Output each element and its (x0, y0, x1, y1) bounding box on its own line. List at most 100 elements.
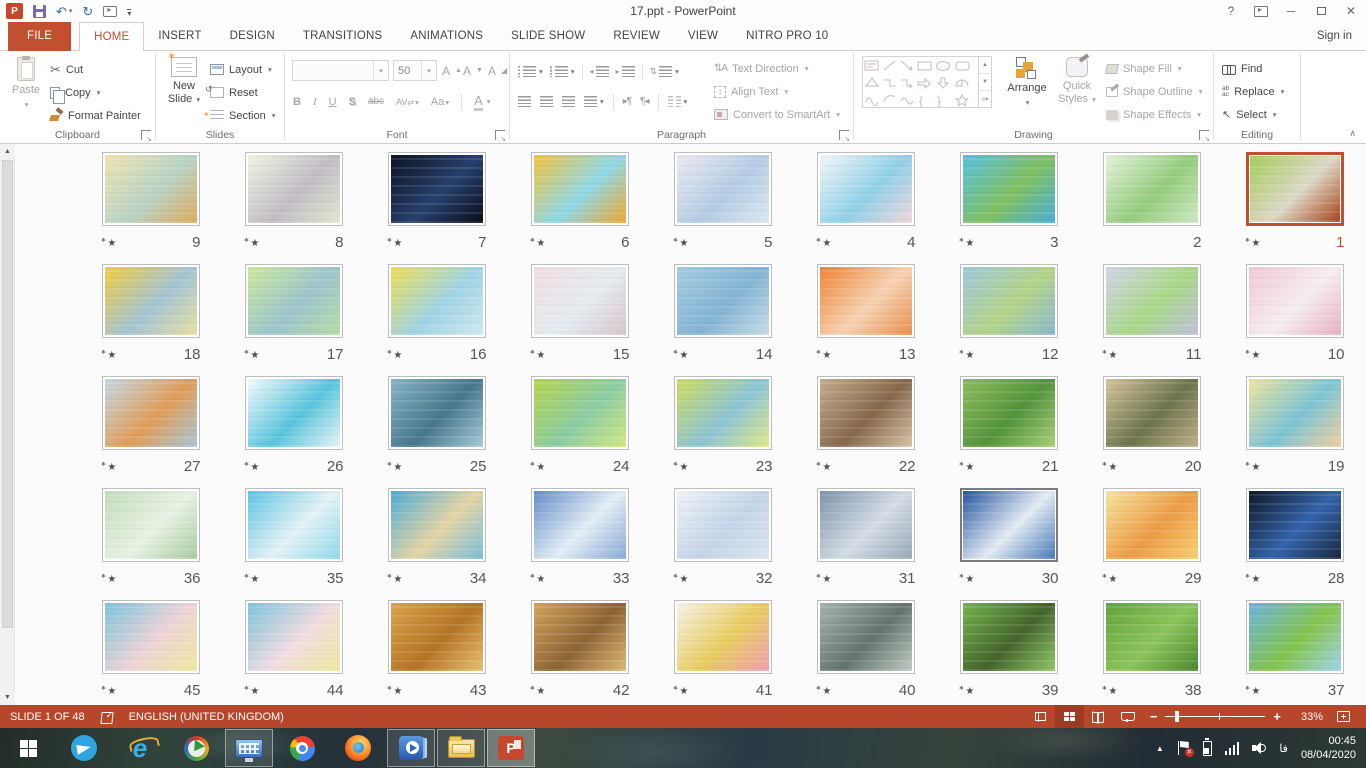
slide-thumbnail-33[interactable] (531, 488, 629, 562)
gallery-scroll-down-icon[interactable]: ▼ (979, 74, 991, 91)
slide-thumbnail-35[interactable] (245, 488, 343, 562)
slide-thumbnail-32[interactable] (674, 488, 772, 562)
gallery-more-icon[interactable]: ≡▾ (979, 91, 991, 107)
slide-thumbnail-41[interactable] (674, 600, 772, 674)
slide-thumbnail-6[interactable] (531, 152, 629, 226)
underline-button[interactable]: U (329, 96, 337, 108)
animation-star-icon[interactable]: ★ (673, 236, 689, 249)
slide-thumbnail-9[interactable] (102, 152, 200, 226)
align-right-button[interactable] (562, 96, 575, 107)
change-case-button[interactable]: Aa▾ (431, 96, 449, 108)
animation-star-icon[interactable]: ★ (101, 348, 117, 361)
taskbar-file-explorer[interactable] (437, 729, 485, 767)
animation-star-icon[interactable]: ★ (387, 460, 403, 473)
slide-thumbnail-5[interactable] (674, 152, 772, 226)
slide-thumbnail-30[interactable] (960, 488, 1058, 562)
slide-thumbnail-23[interactable] (674, 376, 772, 450)
taskbar-firefox[interactable] (330, 728, 386, 768)
slide-thumbnail-40[interactable] (817, 600, 915, 674)
animation-star-icon[interactable]: ★ (101, 236, 117, 249)
font-color-button[interactable]: A (474, 93, 483, 111)
slide-thumbnail-22[interactable] (817, 376, 915, 450)
animation-star-icon[interactable]: ★ (244, 572, 260, 585)
slide-thumbnail-26[interactable] (245, 376, 343, 450)
animation-star-icon[interactable]: ★ (244, 348, 260, 361)
animation-star-icon[interactable]: ★ (673, 460, 689, 473)
find-button[interactable]: Find (1222, 58, 1262, 79)
animation-star-icon[interactable]: ★ (244, 460, 260, 473)
section-button[interactable]: Section▾ (210, 105, 275, 126)
slide-thumbnail-15[interactable] (531, 264, 629, 338)
reading-view-button[interactable] (1084, 705, 1113, 728)
taskbar-internet-explorer[interactable]: e (112, 728, 168, 768)
slide-thumbnail-31[interactable] (817, 488, 915, 562)
layout-button[interactable]: Layout▾ (210, 59, 272, 80)
taskbar-onscreen-keyboard[interactable] (225, 729, 273, 767)
zoom-in-button[interactable]: + (1273, 709, 1281, 724)
taskbar-chrome[interactable] (274, 728, 330, 768)
align-center-button[interactable] (540, 96, 553, 107)
slide-thumbnail-2[interactable] (1103, 152, 1201, 226)
collapse-ribbon-button[interactable]: ∧ (1349, 128, 1356, 139)
slide-thumbnail-20[interactable] (1103, 376, 1201, 450)
zoom-percentage[interactable]: 33% (1289, 711, 1323, 723)
fit-to-window-button[interactable] (1329, 705, 1358, 728)
numbering-button[interactable]: ▾ (550, 66, 575, 77)
slide-thumbnail-11[interactable] (1103, 264, 1201, 338)
animation-star-icon[interactable]: ★ (673, 348, 689, 361)
animation-star-icon[interactable]: ★ (101, 460, 117, 473)
rtl-text-button[interactable]: ¶◂ (640, 96, 648, 107)
font-dialog-launcher[interactable] (495, 130, 505, 140)
taskbar-download-manager[interactable] (168, 728, 224, 768)
replace-button[interactable]: abacReplace▾ (1222, 81, 1284, 102)
slide-thumbnail-36[interactable] (102, 488, 200, 562)
slide-thumbnail-8[interactable] (245, 152, 343, 226)
animation-star-icon[interactable]: ★ (1245, 572, 1261, 585)
character-spacing-button[interactable]: AV⇄▾ (396, 96, 419, 108)
clipboard-dialog-launcher[interactable] (141, 130, 151, 140)
align-text-button[interactable]: ↕Align Text▾ (714, 81, 788, 102)
shrink-font-button[interactable]: A▼ (463, 60, 483, 81)
tab-animations[interactable]: ANIMATIONS (396, 22, 497, 51)
quick-styles-button[interactable]: QuickStyles ▾ (1054, 57, 1100, 106)
animation-star-icon[interactable]: ★ (816, 572, 832, 585)
animation-star-icon[interactable]: ★ (1102, 348, 1118, 361)
justify-button[interactable]: ▾ (584, 96, 604, 107)
action-center-flag-icon[interactable]: ✕ (1177, 741, 1190, 755)
slide-thumbnail-1[interactable] (1246, 152, 1344, 226)
tab-file[interactable]: FILE (8, 22, 71, 51)
slide-thumbnail-7[interactable] (388, 152, 486, 226)
select-button[interactable]: ↖Select▾ (1222, 104, 1277, 125)
shape-effects-button[interactable]: Shape Effects▾ (1106, 104, 1201, 125)
animation-star-icon[interactable]: ★ (244, 236, 260, 249)
tab-design[interactable]: DESIGN (216, 22, 289, 51)
text-shadow-button[interactable]: S (349, 96, 356, 108)
tab-insert[interactable]: INSERT (144, 22, 215, 51)
slide-thumbnail-39[interactable] (960, 600, 1058, 674)
cut-button[interactable]: ✂Cut (50, 59, 83, 80)
animation-star-icon[interactable]: ★ (816, 348, 832, 361)
animation-star-icon[interactable]: ★ (387, 236, 403, 249)
network-signal-icon[interactable] (1225, 741, 1240, 755)
vertical-scrollbar[interactable]: ▲ ▼ (0, 144, 15, 705)
slide-thumbnail-25[interactable] (388, 376, 486, 450)
tab-slide-show[interactable]: SLIDE SHOW (497, 22, 599, 51)
animation-star-icon[interactable]: ★ (530, 460, 546, 473)
strikethrough-button[interactable]: abc (368, 96, 384, 107)
slide-thumbnail-17[interactable] (245, 264, 343, 338)
tab-view[interactable]: VIEW (674, 22, 732, 51)
animation-star-icon[interactable]: ★ (816, 236, 832, 249)
restore-button[interactable] (1306, 0, 1336, 22)
slide-thumbnail-10[interactable] (1246, 264, 1344, 338)
animation-star-icon[interactable]: ★ (101, 572, 117, 585)
slide-thumbnail-3[interactable] (960, 152, 1058, 226)
scroll-down-arrow[interactable]: ▼ (0, 690, 15, 705)
slide-thumbnail-19[interactable] (1246, 376, 1344, 450)
animation-star-icon[interactable]: ★ (1245, 460, 1261, 473)
animation-star-icon[interactable]: ★ (1102, 460, 1118, 473)
help-button[interactable]: ? (1216, 0, 1246, 22)
animation-star-icon[interactable]: ★ (530, 684, 546, 697)
spell-check-icon[interactable] (101, 711, 113, 723)
slide-sorter-view-button[interactable] (1055, 705, 1084, 728)
animation-star-icon[interactable]: ★ (387, 684, 403, 697)
